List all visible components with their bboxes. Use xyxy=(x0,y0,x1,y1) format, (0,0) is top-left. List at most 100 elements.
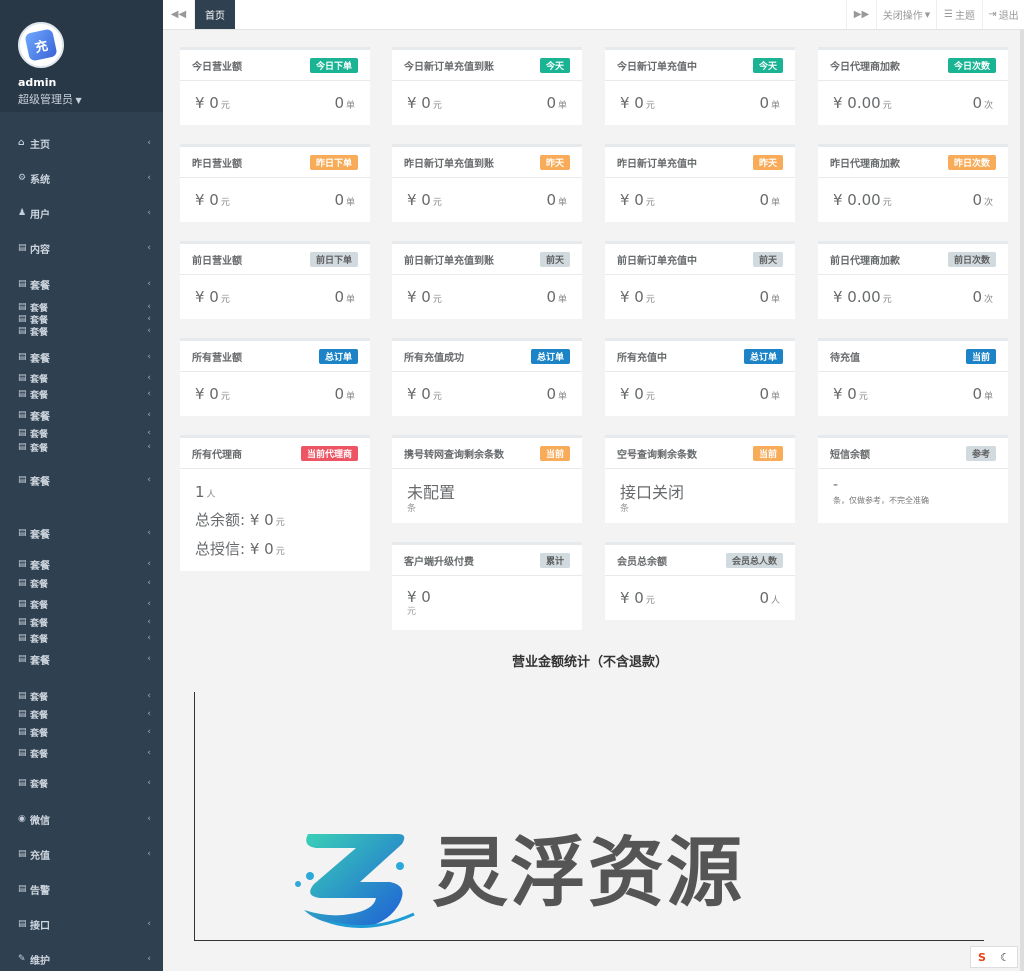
sidebar-item[interactable]: ▤ 套餐 ‹ xyxy=(0,597,163,611)
credit-unit: 元 xyxy=(275,547,285,557)
sidebar-item[interactable]: ▤ 套餐 ‹ xyxy=(0,707,163,721)
sidebar-item[interactable]: ▤ 套餐 ‹ xyxy=(0,746,163,760)
amount-unit: 元 xyxy=(432,101,442,111)
sidebar-item[interactable]: ▤ 告警 xyxy=(0,879,163,899)
sidebar-item[interactable]: ▤ 套餐 ‹ xyxy=(0,631,163,645)
file-icon: ▤ xyxy=(18,528,27,538)
file-icon: ▤ xyxy=(18,617,27,627)
sidebar-item[interactable]: ▤ 套餐 ‹ xyxy=(0,776,163,790)
tab-home[interactable]: 首页 xyxy=(195,0,235,29)
amount-unit: 元 xyxy=(645,596,655,606)
sidebar-item[interactable]: ▤ 套餐 ‹ xyxy=(0,440,163,454)
client-upgrade-card: 客户端升级付费 累计 ¥ 0 元 xyxy=(392,542,582,630)
sidebar-item[interactable]: ✎ 维护 ‹ xyxy=(0,949,163,969)
card-badge: 前日次数 xyxy=(947,251,996,267)
file-icon: ▤ xyxy=(18,919,27,929)
file-icon: ▤ xyxy=(18,352,27,362)
count-value-group: 0次 xyxy=(972,288,993,306)
chevron-left-icon: ‹ xyxy=(147,352,151,362)
card-header: 空号查询剩余条数 当前 xyxy=(605,438,795,469)
amount-value-group: ¥ 0元 xyxy=(195,288,230,306)
sidebar-item[interactable]: ▤ 套餐 ‹ xyxy=(0,554,163,574)
sms-note: 条，仅做参考，不完全准确 xyxy=(833,496,929,505)
scroll-tabs-left-button[interactable]: ◀◀ xyxy=(163,0,195,29)
sidebar-item-label: 套餐 xyxy=(30,429,49,440)
sidebar-item-label: 微信 xyxy=(30,815,50,827)
amount-unit: 元 xyxy=(645,392,655,402)
card-body: ¥ 0元 0单 xyxy=(605,81,795,125)
chevron-left-icon: ‹ xyxy=(147,528,151,538)
chevron-left-icon: ‹ xyxy=(147,314,151,324)
sidebar-item-label: 套餐 xyxy=(30,728,49,739)
count-value: 0 xyxy=(334,191,344,209)
file-icon: ▤ xyxy=(18,559,27,569)
agents-count: 1 xyxy=(195,483,205,501)
scrollbar[interactable] xyxy=(1020,30,1024,971)
sidebar-item[interactable]: ⚙ 系统 ‹ xyxy=(0,168,163,188)
sidebar-item[interactable]: ▤ 内容 ‹ xyxy=(0,238,163,258)
sidebar-item[interactable]: ▤ 套餐 ‹ xyxy=(0,689,163,703)
sidebar-item[interactable]: ◉ 微信 ‹ xyxy=(0,809,163,829)
sidebar-item[interactable]: ⌂ 主页 ‹ xyxy=(0,133,163,153)
count-value-group: 0单 xyxy=(759,288,780,306)
count-value: 0 xyxy=(546,94,556,112)
sidebar-item[interactable]: ▤ 套餐 ‹ xyxy=(0,649,163,669)
sidebar-item[interactable]: ▤ 充值 ‹ xyxy=(0,844,163,864)
chevron-left-icon: ‹ xyxy=(147,428,151,438)
sidebar-item[interactable]: ▤ 套餐 ‹ xyxy=(0,523,163,543)
count-value: 0 xyxy=(759,94,769,112)
sidebar-item[interactable]: ▤ 套餐 ‹ xyxy=(0,725,163,739)
file-icon: ▤ xyxy=(18,326,27,336)
amount-unit: 元 xyxy=(645,198,655,208)
count-value-group: 0单 xyxy=(546,385,567,403)
amount-unit: 元 xyxy=(220,392,230,402)
role-dropdown[interactable]: 超级管理员 ▼ xyxy=(18,91,145,107)
sidebar-item[interactable]: ▤ 套餐 ‹ xyxy=(0,426,163,440)
card-badge: 总订单 xyxy=(530,348,570,364)
close-operations-dropdown[interactable]: 关闭操作 ▼ xyxy=(876,0,936,29)
sidebar: 充 admin 超级管理员 ▼ ⌂ 主页 ‹ ⚙ 系统 ‹ ♟ 用户 ‹ ▤ 内容 ‹ ▤ 套餐 ‹ ▤ 套餐 ‹… xyxy=(0,0,163,971)
sidebar-item[interactable]: ▤ 套餐 ‹ xyxy=(0,405,163,425)
sidebar-item[interactable]: ▤ 套餐 ‹ xyxy=(0,324,163,338)
card-header: 今日新订单充值到账 今天 xyxy=(392,50,582,81)
card-body: ¥ 0.00 元 0 次 xyxy=(818,178,1008,222)
amount-value-group: ¥ 0元 xyxy=(620,94,655,112)
sidebar-item[interactable]: ▤ 套餐 ‹ xyxy=(0,387,163,401)
file-icon: ▤ xyxy=(18,243,27,253)
card-badge: 当前代理商 xyxy=(300,445,358,461)
sidebar-item[interactable]: ▤ 接口 ‹ xyxy=(0,914,163,934)
card-body: ¥ 0元 0单 xyxy=(605,275,795,319)
sidebar-item[interactable]: ▤ 套餐 ‹ xyxy=(0,615,163,629)
watermark-text: 灵浮资源 xyxy=(432,828,744,917)
card-badge: 累计 xyxy=(539,552,570,568)
sidebar-item[interactable]: ▤ 套餐 ‹ xyxy=(0,576,163,590)
sidebar-item[interactable]: ♟ 用户 ‹ xyxy=(0,203,163,223)
sidebar-item[interactable]: ▤ 套餐 ‹ xyxy=(0,274,163,294)
sidebar-item[interactable]: ▤ 套餐 ‹ xyxy=(0,347,163,367)
stat-card: 所有充值成功 总订单 ¥ 0元 0单 xyxy=(392,338,582,416)
amount-value-group: ¥ 0元 xyxy=(620,385,655,403)
card-header: 携号转网查询剩余条数 当前 xyxy=(392,438,582,469)
scroll-tabs-right-button[interactable]: ▶▶ xyxy=(846,0,876,29)
count-unit: 单 xyxy=(345,392,355,402)
count-value: 0 xyxy=(759,191,769,209)
count-unit: 单 xyxy=(345,198,355,208)
sidebar-item[interactable]: ▤ 套餐 ‹ xyxy=(0,470,163,490)
card-badge: 前天 xyxy=(752,251,783,267)
theme-button[interactable]: ☰ 主题 xyxy=(936,0,982,29)
card-body: ¥ 0元 0人 xyxy=(605,576,795,620)
avatar[interactable]: 充 xyxy=(18,22,64,68)
sidebar-item-label: 主页 xyxy=(30,139,50,151)
sidebar-item-label: 套餐 xyxy=(30,692,49,703)
logout-button[interactable]: ⇥ 退出 xyxy=(982,0,1024,29)
amount-value-group: ¥ 0元 xyxy=(407,288,442,306)
stat-card: 所有充值中 总订单 ¥ 0元 0单 xyxy=(605,338,795,416)
sidebar-item[interactable]: ▤ 套餐 ‹ xyxy=(0,371,163,385)
amount-value: ¥ 0 xyxy=(195,385,219,403)
ime-toolbar[interactable]: S ☾ xyxy=(970,946,1018,968)
gears-icon: ⚙ xyxy=(18,173,27,183)
stat-card: 昨日代理商加款 昨日次数 ¥ 0.00 元 0 次 xyxy=(818,144,1008,222)
file-icon: ▤ xyxy=(18,654,27,664)
amount-value-group: ¥ 0元 xyxy=(407,385,442,403)
count-value: 0 xyxy=(759,589,769,607)
